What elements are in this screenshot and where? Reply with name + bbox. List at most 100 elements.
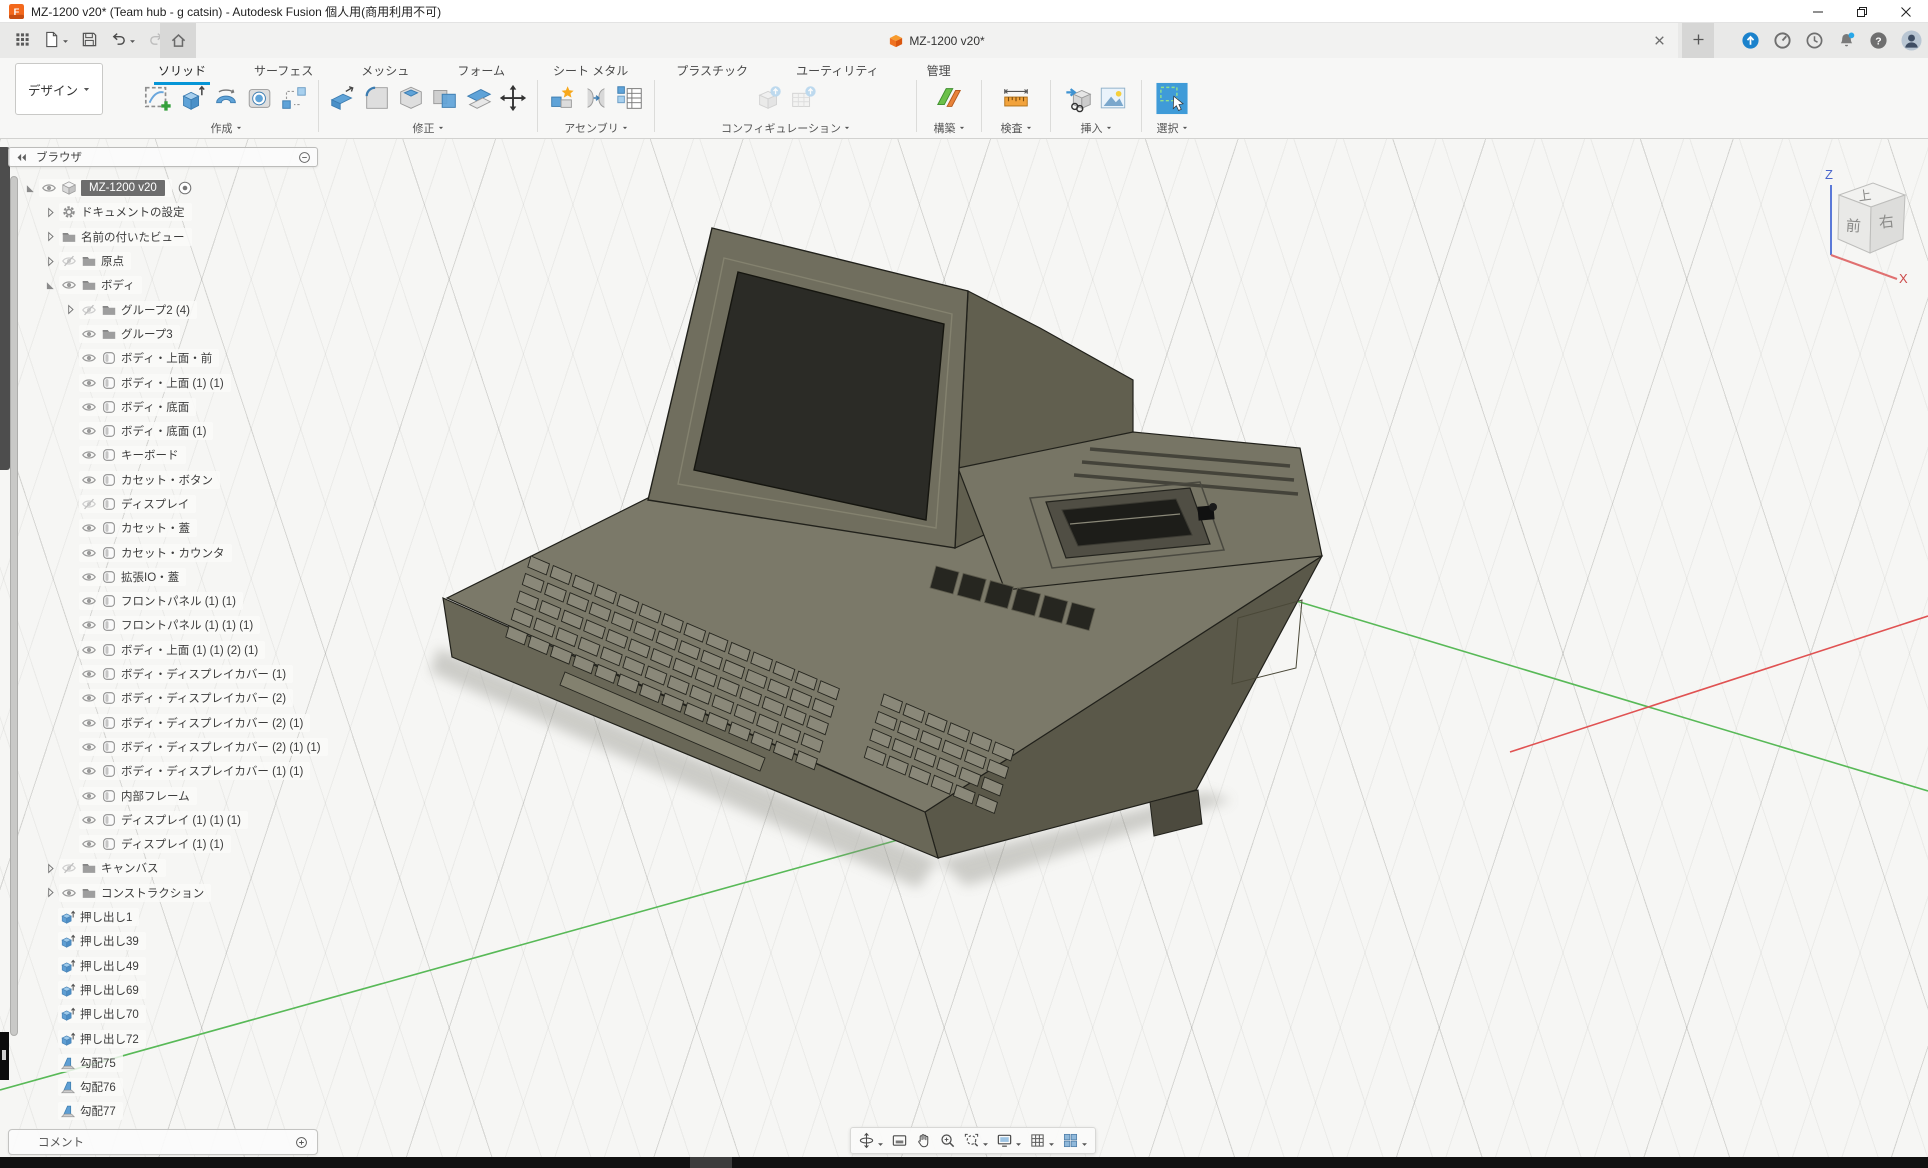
eye-icon[interactable]: [81, 375, 97, 391]
eye-off-icon[interactable]: [81, 496, 97, 512]
eye-icon[interactable]: [81, 350, 97, 366]
eye-icon[interactable]: [81, 763, 97, 779]
tree-item[interactable]: ボディ・ディスプレイカバー (2) (1): [8, 711, 318, 735]
save-button[interactable]: [75, 23, 104, 58]
revolve-button[interactable]: [210, 82, 242, 114]
chevron-down-icon[interactable]: [844, 122, 850, 134]
chevron-down-icon[interactable]: [1026, 122, 1032, 134]
expand-arrow-icon[interactable]: [42, 229, 59, 244]
tree-item[interactable]: 勾配77: [8, 1099, 318, 1123]
tree-item[interactable]: 押し出し72: [8, 1026, 318, 1050]
tree-item[interactable]: ボディ・上面・前: [8, 346, 318, 370]
insert-derive-button[interactable]: [1063, 82, 1095, 114]
expand-arrow-icon[interactable]: [62, 302, 79, 317]
eye-icon[interactable]: [81, 617, 97, 633]
browser-header[interactable]: ブラウザ: [8, 147, 318, 167]
tree-item[interactable]: ボディ・上面 (1) (1) (2) (1): [8, 638, 318, 662]
tree-root-item[interactable]: MZ-1200 v20: [8, 176, 318, 200]
viewport-canvas[interactable]: ブラウザ MZ-1200 v20ドキュメントの設定名前の付いたビュー原点ボディグ…: [0, 139, 1928, 1168]
notifications-icon[interactable]: [1837, 31, 1856, 50]
new-tab-button[interactable]: [1682, 23, 1714, 58]
radio-target-icon[interactable]: [177, 180, 193, 196]
extrude-button[interactable]: [176, 82, 208, 114]
tree-item[interactable]: ボディ: [8, 273, 318, 297]
tree-item[interactable]: 押し出し70: [8, 1002, 318, 1026]
clock-icon[interactable]: [1805, 31, 1824, 50]
tree-item[interactable]: コンストラクション: [8, 881, 318, 905]
measure-button[interactable]: [1000, 82, 1032, 114]
tree-item[interactable]: キーボード: [8, 443, 318, 467]
fit-button[interactable]: [963, 1132, 989, 1149]
canvas-image-button[interactable]: [1097, 82, 1129, 114]
expand-arrow-icon[interactable]: [42, 861, 59, 876]
tree-item[interactable]: ディスプレイ: [8, 492, 318, 516]
press-pull-button[interactable]: [327, 82, 359, 114]
tree-item[interactable]: 勾配76: [8, 1075, 318, 1099]
comment-bar[interactable]: コメント: [8, 1129, 318, 1155]
help-icon[interactable]: ?: [1869, 31, 1888, 50]
chevron-down-icon[interactable]: [236, 122, 242, 134]
bom-button[interactable]: [614, 82, 646, 114]
tree-item[interactable]: ボディ・ディスプレイカバー (1): [8, 662, 318, 686]
collapse-arrow-icon[interactable]: [22, 181, 39, 196]
tree-item[interactable]: カセット・ボタン: [8, 468, 318, 492]
eye-icon[interactable]: [81, 836, 97, 852]
tree-item[interactable]: グループ2 (4): [8, 297, 318, 321]
tree-item[interactable]: フロントパネル (1) (1) (1): [8, 613, 318, 637]
shell-button[interactable]: [395, 82, 427, 114]
eye-off-icon[interactable]: [61, 860, 77, 876]
eye-icon[interactable]: [61, 885, 77, 901]
tree-item[interactable]: ディスプレイ (1) (1) (1): [8, 808, 318, 832]
chevron-down-icon[interactable]: [438, 122, 444, 134]
fillet-button[interactable]: [361, 82, 393, 114]
tree-item[interactable]: ボディ・底面: [8, 395, 318, 419]
apps-grid-button[interactable]: [8, 23, 37, 58]
pattern-button[interactable]: [278, 82, 310, 114]
grid-settings-button[interactable]: [1029, 1132, 1055, 1149]
browser-scrollbar[interactable]: [10, 176, 18, 1036]
select-tool-button[interactable]: [1156, 82, 1188, 114]
circle-minus-icon[interactable]: [298, 151, 311, 164]
tree-item[interactable]: 押し出し69: [8, 978, 318, 1002]
tree-item[interactable]: 勾配75: [8, 1051, 318, 1075]
avatar-icon[interactable]: [1901, 30, 1922, 51]
eye-icon[interactable]: [81, 812, 97, 828]
eye-icon[interactable]: [81, 472, 97, 488]
move-button[interactable]: [497, 82, 529, 114]
document-tab[interactable]: MZ-1200 v20*: [196, 23, 1678, 58]
tree-item[interactable]: グループ3: [8, 322, 318, 346]
offset-face-button[interactable]: [463, 82, 495, 114]
restore-button[interactable]: [1840, 0, 1884, 23]
zoom-button[interactable]: [939, 1132, 956, 1149]
viewports-button[interactable]: [1062, 1132, 1088, 1149]
job-status-icon[interactable]: [1773, 31, 1792, 50]
workspace-selector[interactable]: デザイン: [15, 63, 103, 115]
tree-item[interactable]: 押し出し39: [8, 929, 318, 953]
eye-icon[interactable]: [81, 690, 97, 706]
collapse-arrow-icon[interactable]: [42, 278, 59, 293]
tree-item[interactable]: ドキュメントの設定: [8, 200, 318, 224]
tree-item[interactable]: ディスプレイ (1) (1): [8, 832, 318, 856]
tree-item[interactable]: カセット・蓋: [8, 516, 318, 540]
config-insert-button[interactable]: [753, 82, 785, 114]
tree-item[interactable]: 名前の付いたビュー: [8, 225, 318, 249]
eye-icon[interactable]: [81, 666, 97, 682]
construct-plane-button[interactable]: [933, 82, 965, 114]
chevron-down-icon[interactable]: [1182, 122, 1188, 134]
home-button[interactable]: [160, 23, 196, 58]
eye-icon[interactable]: [81, 788, 97, 804]
chevron-down-icon[interactable]: [622, 122, 628, 134]
tree-item[interactable]: 押し出し1: [8, 905, 318, 929]
combine-button[interactable]: [429, 82, 461, 114]
expand-arrow-icon[interactable]: [42, 885, 59, 900]
hole-button[interactable]: [244, 82, 276, 114]
view-cube[interactable]: Z X 上 前 右: [1795, 143, 1925, 283]
tree-item[interactable]: 内部フレーム: [8, 783, 318, 807]
circle-plus-icon[interactable]: [295, 1136, 308, 1149]
expand-arrow-icon[interactable]: [42, 254, 59, 269]
tree-item[interactable]: カセット・カウンタ: [8, 540, 318, 564]
tree-item[interactable]: ボディ・上面 (1) (1): [8, 370, 318, 394]
tree-item[interactable]: 拡張IO・蓋: [8, 565, 318, 589]
update-icon[interactable]: [1741, 31, 1760, 50]
tree-item[interactable]: 原点: [8, 249, 318, 273]
